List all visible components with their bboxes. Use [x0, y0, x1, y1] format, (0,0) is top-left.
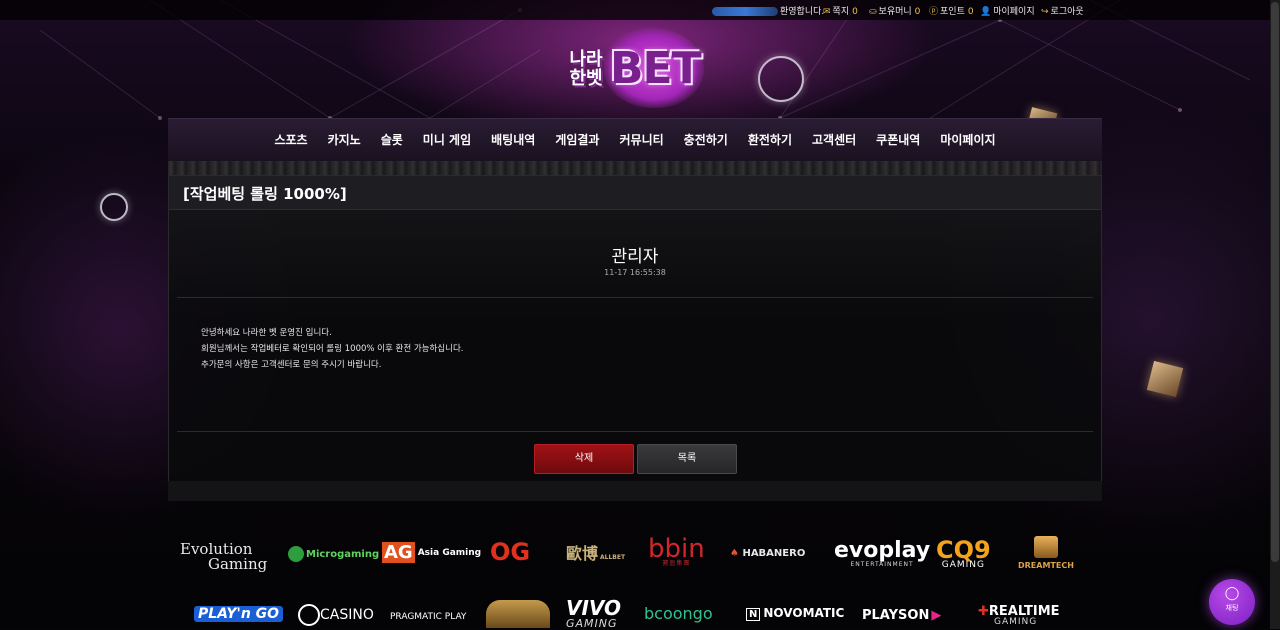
delete-button[interactable]: 삭제	[534, 444, 634, 474]
dreamtech-icon	[1033, 536, 1058, 558]
provider-habanero-logo: ♠ HABANERO	[730, 548, 806, 559]
balance-count: 0	[914, 7, 921, 17]
divider	[177, 431, 1093, 432]
panel-footer-strip	[168, 481, 1102, 501]
welcome-message: 환영합니다.	[712, 4, 824, 17]
provider-playngo-logo: PLAY'n GO	[194, 606, 284, 622]
point-icon: ⓟ	[929, 7, 939, 17]
provider-novomatic-logo: N NOVOMATIC	[746, 606, 844, 621]
nav-withdraw[interactable]: 환전하기	[738, 119, 802, 162]
nav-mini-game[interactable]: 미니 게임	[413, 119, 481, 162]
post-content: 안녕하세요 나라한 벳 운영진 입니다. 회원님께서는 작업베터로 확인되어 롤…	[201, 325, 1061, 373]
divider	[177, 297, 1093, 298]
money-icon: ⛀	[869, 7, 877, 17]
provider-dreamtech-logo: DREAMTECH	[1018, 536, 1074, 570]
scrollbar[interactable]	[1270, 0, 1280, 629]
wm-icon	[298, 604, 320, 626]
points-count: 0	[967, 7, 974, 17]
points-link[interactable]: ⓟ 포인트 0	[929, 4, 974, 17]
post-line: 안녕하세요 나라한 벳 운영진 입니다.	[201, 328, 332, 338]
mail-icon: ✉	[823, 7, 831, 17]
nav-game-results[interactable]: 게임결과	[545, 119, 609, 162]
balance-link[interactable]: ⛀ 보유머니 0	[869, 4, 920, 17]
post-author: 관리자	[611, 247, 659, 267]
post-title: [작업베팅 롤링 1000%]	[183, 185, 347, 203]
provider-evoplay-logo: evoplay ENTERTAINMENT	[834, 538, 931, 568]
chat-label: 채팅	[1225, 604, 1239, 612]
nav-slot[interactable]: 슬롯	[371, 119, 413, 162]
provider-pragmatic-logo: PRAGMATIC PLAY	[390, 612, 467, 622]
list-button[interactable]: 목록	[637, 444, 737, 474]
provider-booongo-logo: bcoongo	[644, 604, 713, 623]
logout-icon: ↪	[1041, 7, 1049, 17]
provider-logos: Evolution Gaming Microgaming AG Asia Gamin…	[170, 532, 1100, 630]
provider-playson-logo: PLAYSON ▶	[862, 608, 942, 623]
microgaming-icon	[288, 546, 304, 562]
nav-sports[interactable]: 스포츠	[264, 119, 317, 162]
provider-cq9-logo: CQ9 GAMING	[936, 536, 991, 570]
provider-microgaming-logo: Microgaming	[288, 546, 379, 562]
decorative-orb	[758, 56, 804, 102]
provider-bbin-logo: bbin 寶盈集團	[648, 534, 705, 567]
nav-customer-center[interactable]: 고객센터	[802, 119, 866, 162]
provider-ag-logo: AG Asia Gaming	[382, 542, 482, 563]
messages-link[interactable]: ✉ 쪽지 0	[823, 4, 858, 17]
playson-icon: ▶	[931, 608, 942, 623]
post-body: 관리자 11-17 16:55:38 안녕하세요 나라한 벳 운영진 입니다. …	[169, 210, 1101, 481]
provider-vivo-logo: VIVO GAMING	[566, 596, 622, 630]
provider-allbet-logo: 歐博 ALLBET	[566, 544, 626, 563]
nav-deposit[interactable]: 충전하기	[674, 119, 738, 162]
messages-count: 0	[852, 7, 858, 17]
decorative-strip	[168, 161, 1102, 175]
site-logo[interactable]: 나라 한벳 BET	[560, 26, 710, 118]
main-navigation: 스포츠 카지노 슬롯 미니 게임 배팅내역 게임결과 커뮤니티 충전하기 환전하…	[168, 118, 1102, 162]
nav-bet-history[interactable]: 배팅내역	[481, 119, 545, 162]
logo-korean-text: 나라 한벳	[569, 49, 603, 89]
logo-bet-text: BET	[610, 43, 702, 94]
chat-button[interactable]: ◯ 채팅	[1209, 579, 1255, 625]
novomatic-icon: N	[746, 608, 761, 621]
post-panel: [작업베팅 롤링 1000%] 관리자 11-17 16:55:38 안녕하세요…	[168, 175, 1102, 482]
post-datetime: 11-17 16:55:38	[604, 268, 666, 277]
nav-community[interactable]: 커뮤니티	[609, 119, 673, 162]
nav-coupon-history[interactable]: 쿠폰내역	[866, 119, 930, 162]
scrollbar-thumb[interactable]	[1271, 2, 1279, 562]
provider-evolution-logo: Evolution Gaming	[180, 540, 268, 573]
post-header: [작업베팅 롤링 1000%]	[169, 176, 1101, 210]
realtime-icon: ✚	[978, 604, 989, 619]
nav-casino[interactable]: 카지노	[318, 119, 371, 162]
provider-wm-casino-logo: CASINO	[298, 604, 374, 626]
nav-mypage[interactable]: 마이페이지	[930, 119, 1005, 162]
post-line: 추가문의 사항은 고객센터로 문의 주시기 바랍니다.	[201, 360, 382, 370]
redacted-username	[712, 7, 778, 16]
provider-realtime-logo: ✚REALTIME GAMING	[978, 604, 1060, 627]
provider-wing-logo	[486, 600, 550, 628]
user-icon: 👤	[980, 7, 992, 17]
top-user-bar: 환영합니다. ✉ 쪽지 0 ⛀ 보유머니 0 ⓟ 포인트 0 👤 마이페이지 ↪ 로그아웃	[0, 0, 1270, 20]
logout-link[interactable]: ↪ 로그아웃	[1041, 4, 1084, 17]
post-line: 회원님께서는 작업베터로 확인되어 롤링 1000% 이후 환전 가능하십니다.	[201, 344, 464, 354]
chat-bubble-icon: ◯	[1224, 586, 1240, 601]
habanero-icon: ♠	[730, 548, 739, 559]
decorative-orb	[100, 193, 128, 221]
mypage-link[interactable]: 👤 마이페이지	[980, 4, 1035, 17]
provider-og-logo: OG	[490, 538, 531, 566]
